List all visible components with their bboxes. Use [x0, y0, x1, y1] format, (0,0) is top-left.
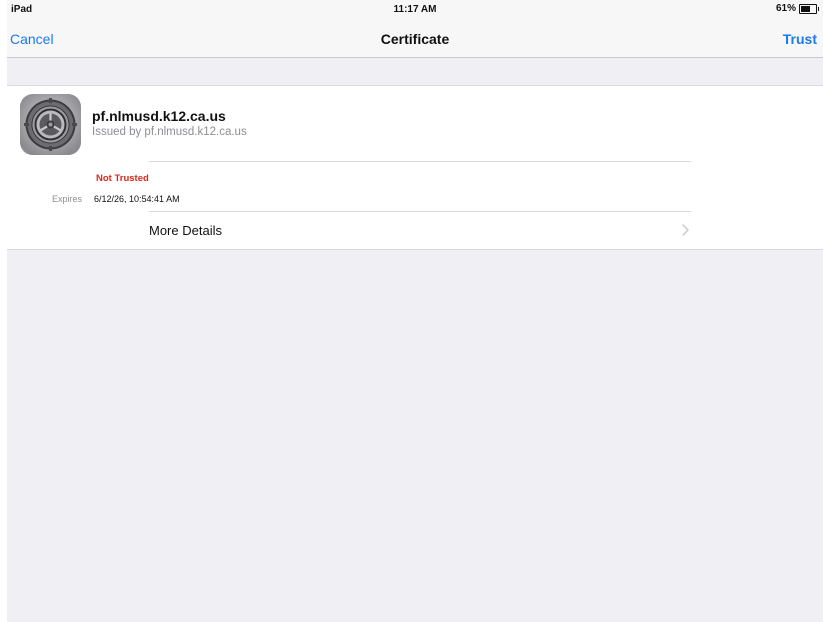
battery-percent: 61%	[775, 3, 796, 14]
status-time: 11:17 AM	[393, 4, 437, 15]
divider	[149, 161, 691, 162]
battery-fill	[801, 5, 810, 12]
more-details-row[interactable]: More Details	[149, 213, 691, 248]
page-title: Certificate	[380, 31, 450, 47]
screen: iPad 11:17 AM 61% Cancel Certificate Tru…	[7, 0, 823, 622]
trust-status: Not Trusted	[96, 173, 149, 184]
battery-tip	[818, 6, 819, 11]
expires-value: 6/12/26, 10:54:41 AM	[94, 194, 180, 204]
expires-label: Expires	[52, 194, 83, 204]
certificate-card: pf.nlmusd.k12.ca.us Issued by pf.nlmusd.…	[7, 85, 823, 250]
trust-button[interactable]: Trust	[783, 31, 817, 47]
battery-icon	[799, 3, 819, 14]
navigation-bar: Cancel Certificate Trust	[7, 20, 823, 58]
divider	[149, 211, 691, 212]
more-details-label: More Details	[149, 223, 222, 238]
settings-gear-icon	[20, 94, 81, 155]
chevron-right-icon	[682, 224, 689, 236]
status-battery: 61%	[775, 3, 819, 14]
certificate-issuer: Issued by pf.nlmusd.k12.ca.us	[92, 126, 247, 138]
certificate-name: pf.nlmusd.k12.ca.us	[92, 108, 226, 124]
status-bar: iPad 11:17 AM 61%	[7, 0, 823, 20]
